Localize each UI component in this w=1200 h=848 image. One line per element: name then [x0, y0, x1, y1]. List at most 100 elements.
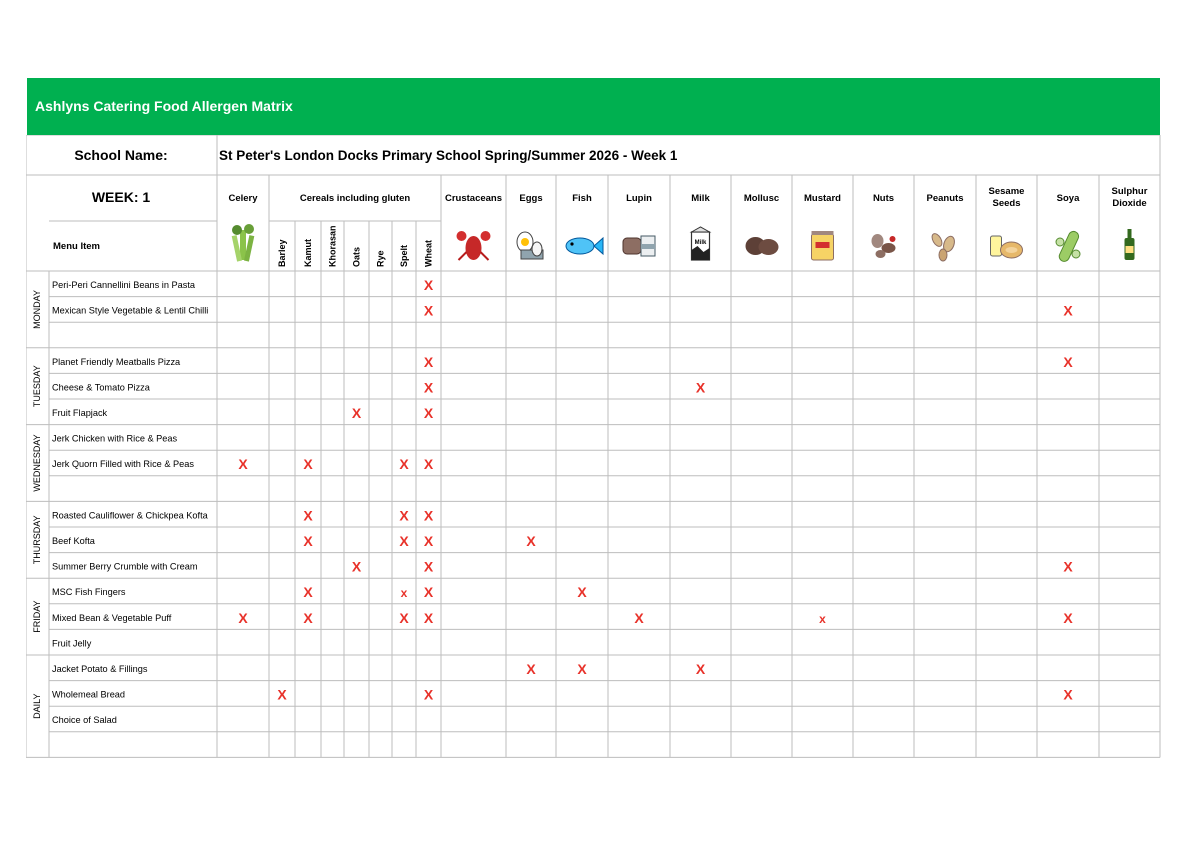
column-header-line: Seeds [993, 198, 1021, 209]
table-row: Jerk Quorn Filled with Rice & Peas X X X X [52, 456, 434, 472]
table-row: Summer Berry Crumble with Cream X X X [52, 559, 1073, 575]
header-banner: Ashlyns Catering Food Allergen Matrix [27, 78, 1160, 135]
sesame-icon [990, 235, 1023, 259]
subheader-khorasan: Khorasan [328, 225, 338, 267]
allergen-mark-wheat: X [424, 533, 434, 549]
menu-item-name: Roasted Cauliflower & Chickpea Kofta [52, 510, 209, 520]
school-name-value: St Peter's London Docks Primary School S… [219, 148, 678, 163]
menu-item-name: Peri-Peri Cannellini Beans in Pasta [52, 280, 196, 290]
allergen-mark-wheat: X [424, 303, 434, 319]
allergen-mark-kamut: X [303, 507, 313, 523]
allergen-mark-wheat: X [424, 456, 434, 472]
subheader-label-spelt: Spelt [399, 245, 409, 267]
menu-item-name: Fruit Flapjack [52, 408, 108, 418]
week-label: WEEK: 1 [92, 189, 151, 205]
column-header-line: Sulphur [1112, 186, 1148, 197]
menu-item-name: Mixed Bean & Vegetable Puff [52, 613, 172, 623]
allergen-mark-milk: X [696, 661, 706, 677]
column-header-crustaceans: Crustaceans [445, 193, 502, 204]
allergen-mark-wheat: X [424, 584, 434, 600]
page-title: Ashlyns Catering Food Allergen Matrix [35, 98, 293, 114]
soya-bean-icon [1055, 230, 1081, 262]
allergen-mark-kamut: X [303, 533, 313, 549]
column-header-lupin: Lupin [626, 193, 652, 204]
menu-item-name: Jacket Potato & Fillings [52, 664, 148, 674]
subheader-label-barley: Barley [277, 239, 287, 267]
table-row: Planet Friendly Meatballs Pizza X X [52, 354, 1073, 370]
column-header-fish: Fish [572, 193, 592, 204]
allergen-mark-soya: X [1063, 559, 1073, 575]
allergen-mark-spelt: X [399, 507, 409, 523]
celery-icon [231, 224, 255, 262]
nuts-icon [871, 234, 896, 258]
column-header-soya: Soya [1057, 193, 1080, 204]
allergen-mark-celery: X [238, 456, 248, 472]
subheader-label-wheat: Wheat [424, 240, 434, 267]
allergen-mark-wheat: X [424, 379, 434, 395]
egg-icon [516, 231, 544, 260]
fish-icon [565, 236, 604, 256]
column-header-milk: Milk [691, 193, 710, 204]
allergen-mark-wheat: X [424, 559, 434, 575]
mustard-jar-icon [811, 231, 834, 261]
subheader-label-kamut: Kamut [303, 239, 313, 267]
table-row: Fruit Flapjack X X [52, 405, 434, 421]
allergen-mark-spelt: x [401, 586, 408, 600]
allergen-mark-eggs: X [526, 661, 536, 677]
allergen-mark-soya: X [1063, 610, 1073, 626]
column-header-celery: Celery [228, 193, 258, 204]
column-header-sulphur: Sulphur Dioxide [1112, 186, 1148, 209]
day-label-daily: DAILY [32, 694, 42, 719]
milk-icon-text: Milk [695, 240, 707, 246]
table-row: Beef Kofta X X X X [52, 533, 536, 549]
column-header-line: Sesame [989, 186, 1025, 197]
allergen-mark-kamut: X [303, 610, 313, 626]
day-label-monday: MONDAY [32, 290, 42, 329]
mollusc-icon [745, 237, 779, 255]
crustacean-icon [456, 231, 491, 261]
allergen-mark-wheat: X [424, 277, 434, 293]
day-label-wednesday: WEDNESDAY [32, 434, 42, 491]
column-header-peanuts: Peanuts [927, 193, 964, 204]
table-row: Jerk Chicken with Rice & Peas [52, 434, 178, 444]
subheader-spelt: Spelt [399, 245, 409, 267]
cereals-group-header: Cereals including gluten [300, 193, 411, 204]
allergen-mark-soya: X [1063, 303, 1073, 319]
menu-item-name: Choice of Salad [52, 715, 117, 725]
day-label-tuesday: TUESDAY [32, 365, 42, 407]
menu-item-name: Jerk Chicken with Rice & Peas [52, 434, 178, 444]
column-header-mustard: Mustard [804, 193, 841, 204]
allergen-mark-lupin: X [634, 610, 644, 626]
column-header-nuts: Nuts [873, 193, 894, 204]
subheader-barley: Barley [277, 239, 287, 267]
table-row: MSC Fish Fingers Xx X X [52, 584, 587, 600]
menu-item-name: Beef Kofta [52, 536, 96, 546]
table-row: Fruit Jelly [52, 638, 92, 648]
column-header-sesame: Sesame Seeds [989, 186, 1025, 209]
subheader-rye: Rye [376, 250, 386, 267]
table-row: Mixed Bean & Vegetable Puff X X X X Xx X [52, 610, 1073, 626]
column-header-line: Dioxide [1112, 198, 1146, 209]
allergen-mark-soya: X [1063, 354, 1073, 370]
allergen-mark-wheat: X [424, 687, 434, 703]
allergen-mark-oats: X [352, 405, 362, 421]
allergen-table: School Name: St Peter's London Docks Prim… [26, 135, 1161, 758]
subheader-wheat: Wheat [424, 240, 434, 267]
menu-item-name: Cheese & Tomato Pizza [52, 382, 151, 392]
allergen-mark-wheat: X [424, 354, 434, 370]
menu-item-name: Planet Friendly Meatballs Pizza [52, 357, 181, 367]
allergen-mark-kamut: X [303, 456, 313, 472]
menu-item-name: Mexican Style Vegetable & Lentil Chilli [52, 306, 208, 316]
menu-item-name: Summer Berry Crumble with Cream [52, 562, 198, 572]
allergen-mark-oats: X [352, 559, 362, 575]
day-label-thursday: THURSDAY [32, 515, 42, 564]
table-row: Roasted Cauliflower & Chickpea Kofta X X X [52, 507, 434, 523]
allergen-mark-fish: X [577, 584, 587, 600]
allergen-mark-spelt: X [399, 533, 409, 549]
allergen-mark-celery: X [238, 610, 248, 626]
allergen-mark-milk: X [696, 379, 706, 395]
allergen-mark-wheat: X [424, 507, 434, 523]
wine-bottle-icon [1124, 229, 1135, 260]
allergen-mark-fish: X [577, 661, 587, 677]
subheader-label-rye: Rye [376, 250, 386, 267]
